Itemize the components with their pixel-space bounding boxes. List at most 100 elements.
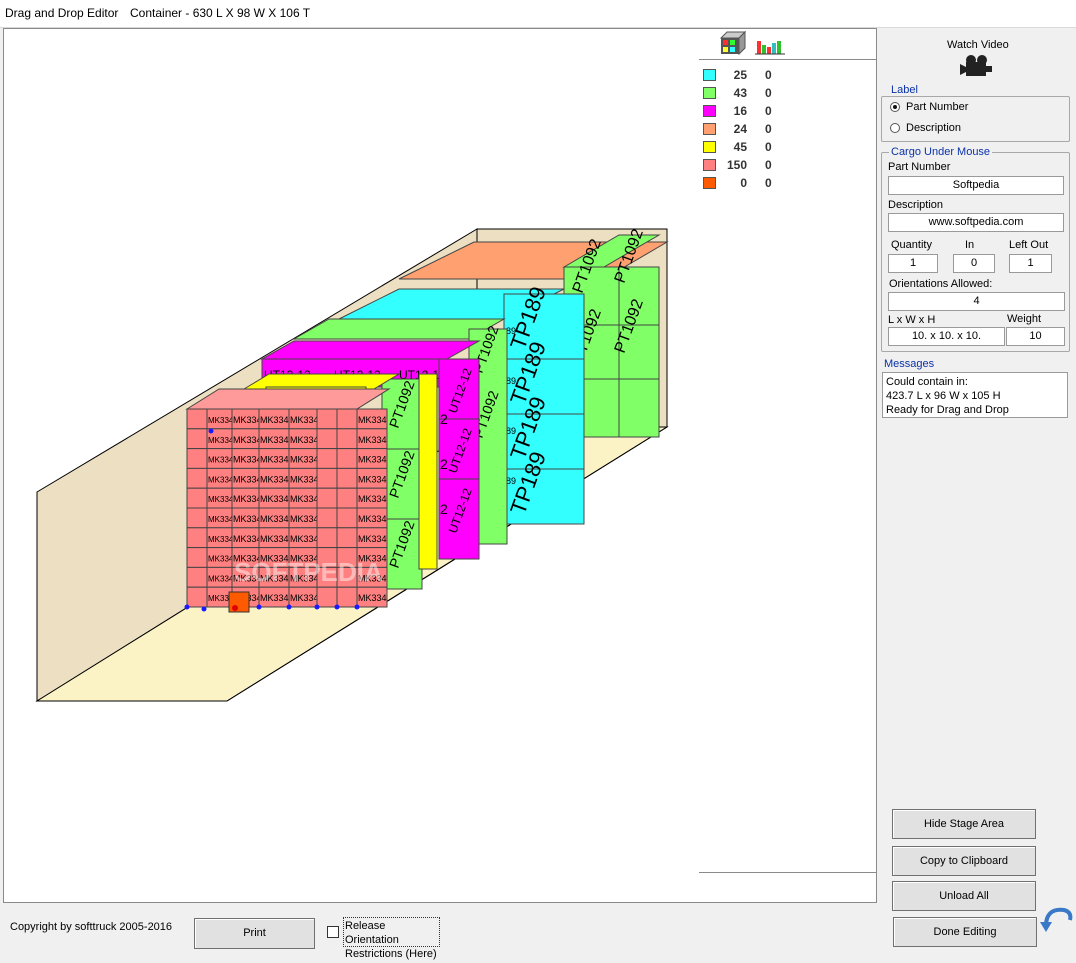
cargo-mk334-box bbox=[336, 487, 358, 509]
legend-qty: 25 bbox=[733, 68, 747, 82]
legend-row[interactable]: 24 0 bbox=[699, 120, 876, 138]
cargo-mk334-box bbox=[186, 467, 208, 489]
in-label: In bbox=[965, 239, 975, 251]
legend-qty: 24 bbox=[733, 122, 747, 136]
description-field[interactable]: www.softpedia.com bbox=[888, 213, 1064, 232]
release-orientation-checkbox[interactable] bbox=[327, 926, 339, 938]
cargo-mk334-box bbox=[336, 507, 358, 529]
label-mk334: MK334 bbox=[260, 435, 289, 445]
label-mk334: MK334 bbox=[290, 514, 319, 524]
legend-row[interactable]: 16 0 bbox=[699, 102, 876, 120]
label-mk334: MK334 bbox=[260, 593, 289, 603]
cargo-mk334-box bbox=[186, 428, 208, 450]
legend-left: 0 bbox=[765, 140, 772, 154]
legend-left: 0 bbox=[765, 176, 772, 190]
lwh-label: L x W x H bbox=[888, 314, 936, 326]
cargo-yellow bbox=[418, 373, 438, 570]
legend-row[interactable]: 25 0 bbox=[699, 66, 876, 84]
legend-swatch bbox=[703, 123, 716, 135]
done-editing-button[interactable]: Done Editing bbox=[893, 917, 1037, 947]
cargo-mk334-box bbox=[186, 566, 208, 588]
cargo-mk334-box bbox=[336, 586, 358, 608]
part-number-field[interactable]: Softpedia bbox=[888, 176, 1064, 195]
watch-video-label[interactable]: Watch Video bbox=[947, 39, 1009, 51]
label-mk334: MK334 bbox=[208, 456, 234, 465]
svg-text:2: 2 bbox=[440, 456, 448, 472]
label-mk334: MK334 bbox=[358, 534, 387, 544]
cargo-mk334-box bbox=[336, 408, 358, 430]
title-bar: Drag and Drop Editor Container - 630 L X… bbox=[0, 0, 1076, 28]
label-mk334: MK334 bbox=[208, 475, 234, 484]
cube-view-icon[interactable] bbox=[719, 30, 747, 56]
label-mk334: MK334 bbox=[290, 455, 319, 465]
hide-stage-button[interactable]: Hide Stage Area bbox=[892, 809, 1036, 839]
legend-swatch bbox=[703, 141, 716, 153]
label-mk334: MK334 bbox=[260, 534, 289, 544]
orientations-field[interactable]: 4 bbox=[888, 292, 1065, 311]
radio-description[interactable] bbox=[890, 123, 900, 133]
leftout-field[interactable]: 1 bbox=[1009, 254, 1052, 273]
legend-swatch bbox=[703, 87, 716, 99]
radio-description-label: Description bbox=[906, 122, 962, 134]
legend-swatch bbox=[703, 69, 716, 81]
label-mk334: MK334 bbox=[290, 415, 319, 425]
legend-qty: 150 bbox=[726, 158, 747, 172]
legend-left: 0 bbox=[765, 122, 772, 136]
cargo-mk334-box bbox=[186, 547, 208, 568]
svg-text:2: 2 bbox=[440, 411, 448, 427]
cargo-mk334-box bbox=[186, 507, 208, 529]
label-mk334: MK334 bbox=[208, 436, 234, 445]
label-mk334: MK334 bbox=[260, 494, 289, 504]
video-camera-icon[interactable] bbox=[958, 54, 994, 80]
legend-panel: 25 0 43 0 16 0 24 0 45 0 150 0 0 0 bbox=[699, 28, 877, 903]
legend-left: 0 bbox=[765, 86, 772, 100]
window-title: Drag and Drop Editor bbox=[5, 6, 119, 20]
part-number-label: Part Number bbox=[888, 161, 951, 173]
release-line-2: Restrictions (Here) bbox=[345, 948, 437, 960]
print-button[interactable]: Print bbox=[194, 918, 315, 949]
container-canvas[interactable]: PT1092 PT1092 PT1092 PT1092 TP189 TP189 … bbox=[3, 28, 700, 903]
svg-text:89: 89 bbox=[506, 326, 516, 336]
weight-field[interactable]: 10 bbox=[1006, 327, 1065, 346]
legend-row[interactable]: 150 0 bbox=[699, 156, 876, 174]
copy-clipboard-button[interactable]: Copy to Clipboard bbox=[892, 846, 1036, 876]
legend-left: 0 bbox=[765, 104, 772, 118]
message-line: 423.7 L x 96 W x 105 H bbox=[886, 390, 1001, 402]
watermark: SOFTPEDIA bbox=[234, 557, 383, 587]
legend-qty: 0 bbox=[740, 176, 747, 190]
label-mk334: MK334 bbox=[358, 593, 387, 603]
lwh-field[interactable]: 10. x 10. x 10. bbox=[888, 327, 1005, 346]
copyright-text: Copyright by softtruck 2005-2016 bbox=[10, 921, 173, 933]
radio-part-number[interactable] bbox=[890, 102, 900, 112]
message-line: Could contain in: bbox=[886, 376, 968, 388]
bar-chart-icon[interactable] bbox=[755, 41, 785, 55]
in-field[interactable]: 0 bbox=[953, 254, 995, 273]
cargo-mk334-box bbox=[186, 448, 208, 469]
messages-box: Could contain in: 423.7 L x 96 W x 105 H… bbox=[882, 372, 1068, 418]
legend-header bbox=[699, 29, 876, 60]
legend-row[interactable]: 45 0 bbox=[699, 138, 876, 156]
messages-label: Messages bbox=[884, 358, 935, 370]
cargo-mk334-box bbox=[336, 428, 358, 450]
cargo-group-title: Cargo Under Mouse bbox=[889, 146, 993, 158]
label-mk334: MK334 bbox=[233, 415, 262, 425]
cargo-mk334-box bbox=[316, 428, 338, 450]
legend-qty: 16 bbox=[733, 104, 747, 118]
svg-text:89: 89 bbox=[506, 426, 516, 436]
label-mk334: MK334 bbox=[290, 494, 319, 504]
label-mk334: MK334 bbox=[358, 435, 387, 445]
weight-label: Weight bbox=[1007, 313, 1042, 325]
release-orientation-label[interactable]: Release Orientation Restrictions (Here) bbox=[343, 917, 440, 960]
label-mk334: MK334 bbox=[260, 415, 289, 425]
orientations-label: Orientations Allowed: bbox=[889, 278, 993, 290]
legend-row[interactable]: 43 0 bbox=[699, 84, 876, 102]
undo-arrow-icon[interactable] bbox=[1040, 904, 1074, 934]
cargo-mk334-box bbox=[316, 448, 338, 469]
legend-row[interactable]: 00 bbox=[699, 174, 876, 192]
release-line-1: Release Orientation bbox=[345, 920, 399, 946]
label-mk334: MK334 bbox=[233, 534, 262, 544]
label-mk334: MK334 bbox=[358, 474, 387, 484]
svg-text:2: 2 bbox=[440, 501, 448, 517]
unload-all-button[interactable]: Unload All bbox=[892, 881, 1036, 911]
quantity-field[interactable]: 1 bbox=[888, 254, 938, 273]
